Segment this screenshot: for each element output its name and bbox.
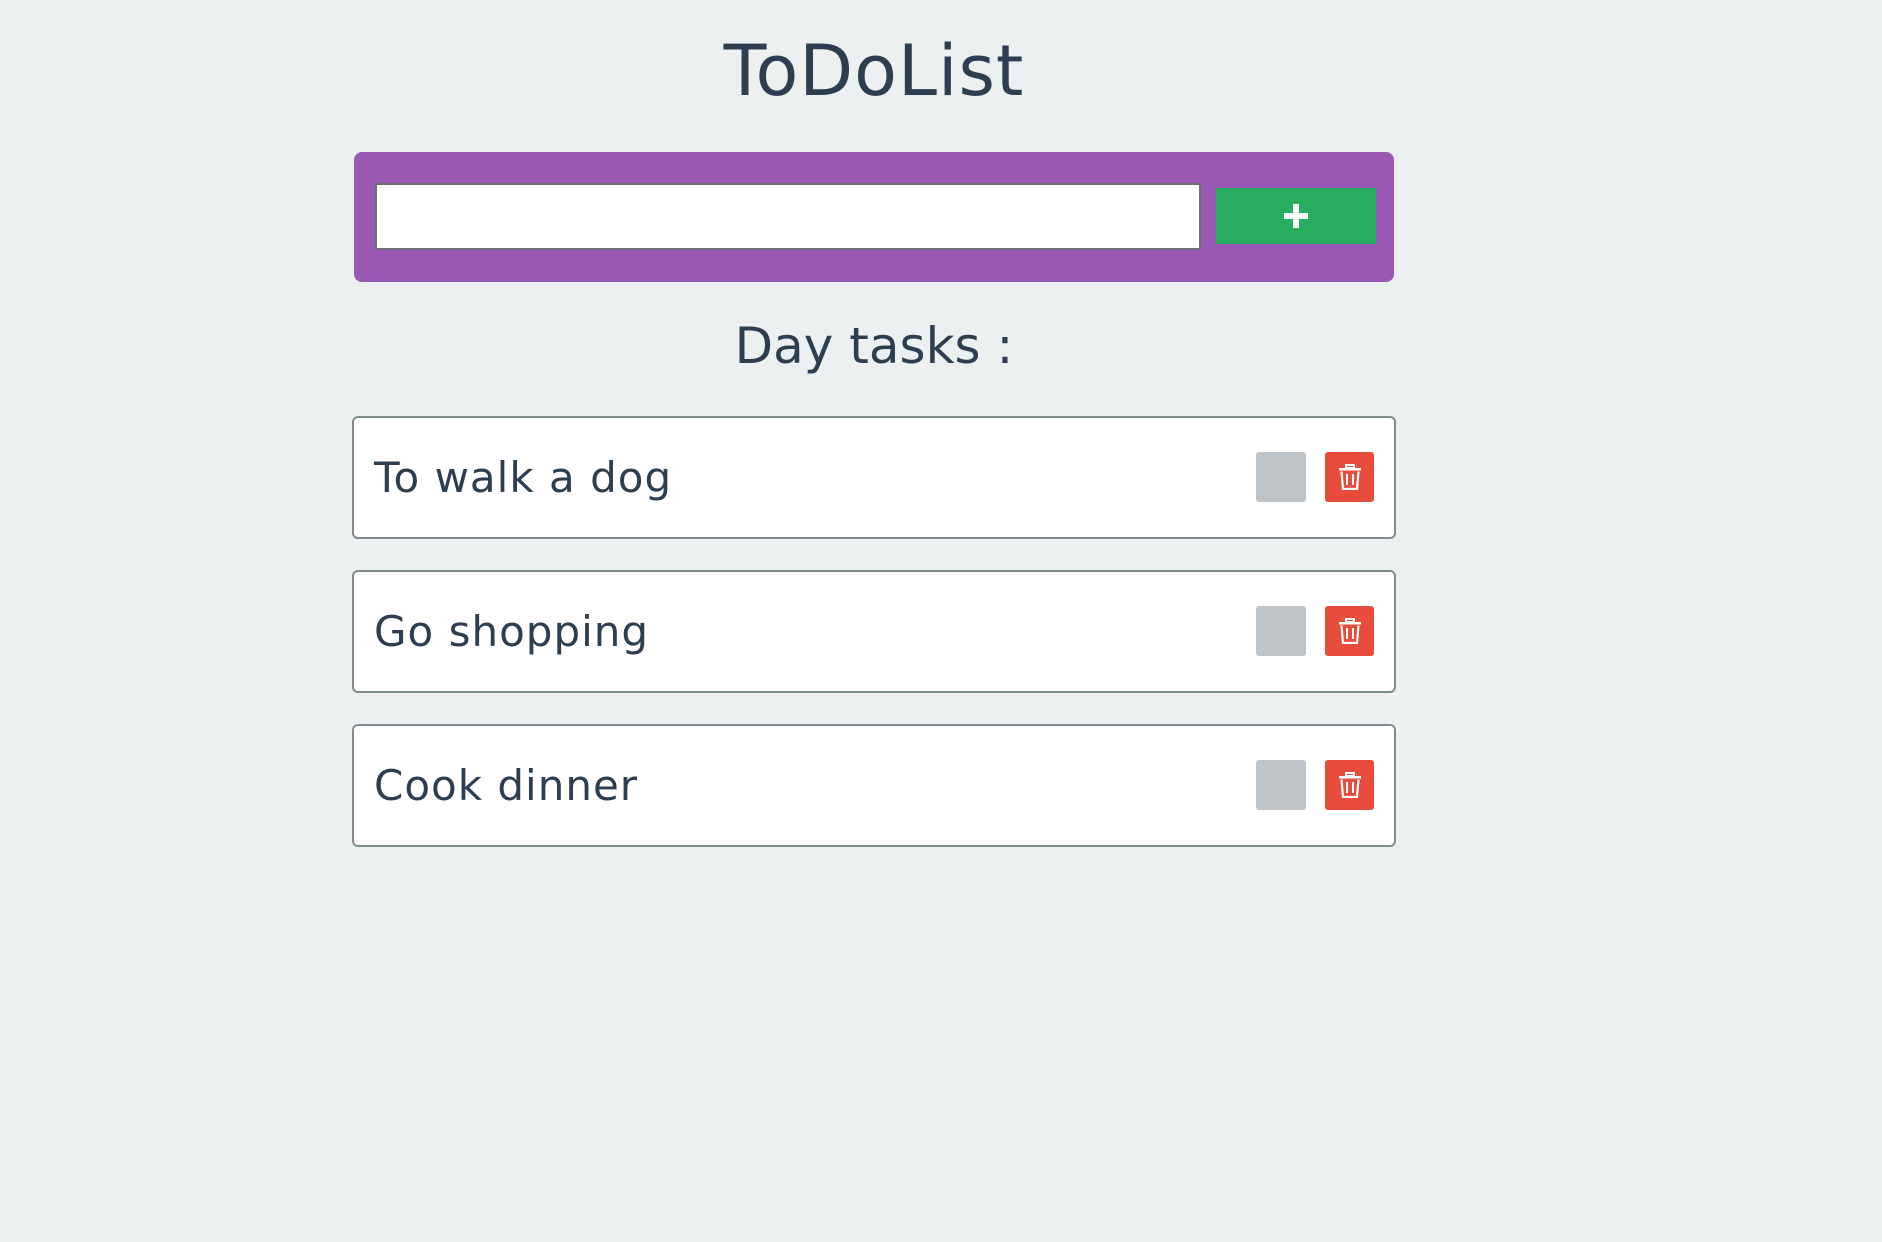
complete-checkbox[interactable]: [1256, 606, 1306, 656]
task-item: To walk a dog: [352, 416, 1396, 539]
task-item: Go shopping: [352, 570, 1396, 693]
task-item: Cook dinner: [352, 724, 1396, 847]
task-text: Cook dinner: [374, 761, 639, 810]
trash-icon: [1338, 618, 1361, 644]
todo-app: ToDoList Day tasks : To walk a dog Go sh…: [352, 0, 1396, 847]
section-heading: Day tasks :: [734, 317, 1014, 375]
trash-icon: [1338, 772, 1361, 798]
task-list: To walk a dog Go shopping Cook dinner: [352, 416, 1396, 878]
delete-task-button[interactable]: [1325, 760, 1374, 810]
plus-icon: [1284, 204, 1308, 228]
delete-task-button[interactable]: [1325, 606, 1374, 656]
complete-checkbox[interactable]: [1256, 760, 1306, 810]
delete-task-button[interactable]: [1325, 452, 1374, 502]
add-task-button[interactable]: [1216, 188, 1376, 244]
app-title: ToDoList: [723, 30, 1025, 112]
trash-icon: [1338, 464, 1361, 490]
task-text: Go shopping: [374, 607, 650, 656]
add-task-bar: [354, 152, 1394, 282]
new-task-input[interactable]: [375, 183, 1201, 250]
task-text: To walk a dog: [374, 453, 673, 502]
complete-checkbox[interactable]: [1256, 452, 1306, 502]
